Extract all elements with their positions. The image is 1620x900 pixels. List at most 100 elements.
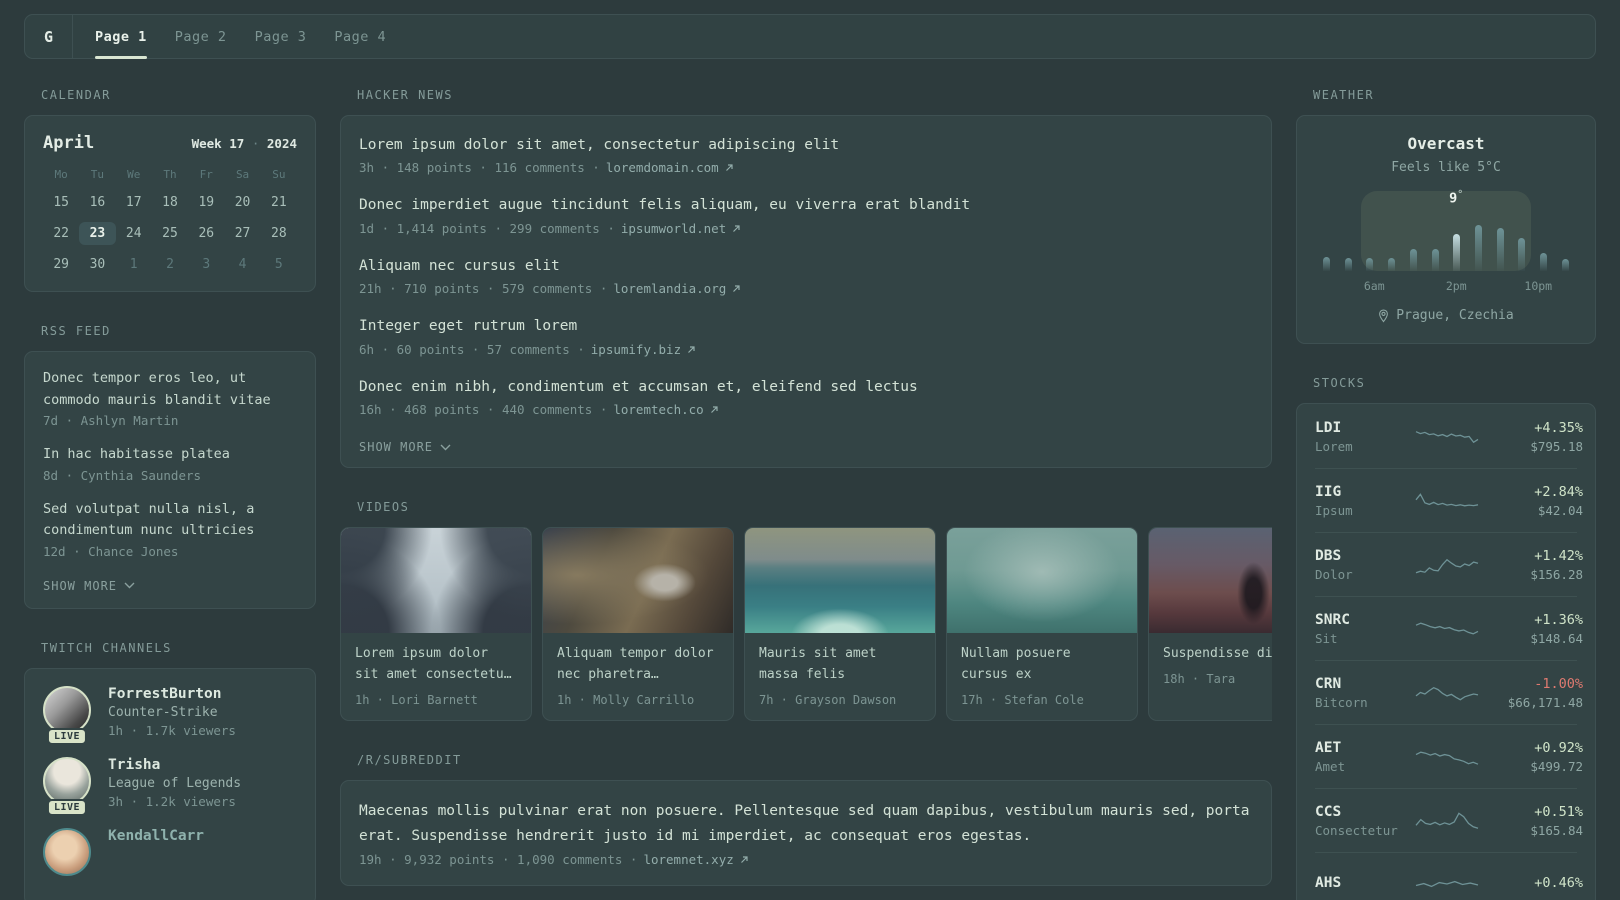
calendar-day[interactable]: 2 <box>152 253 188 276</box>
stock-row[interactable]: AET Amet +0.92% $499.72 <box>1315 724 1583 788</box>
rss-item-title: Donec tempor eros leo, ut commodo mauris… <box>43 370 271 408</box>
calendar-day[interactable]: 17 <box>116 191 152 214</box>
videos-section: VIDEOS Lorem ipsum dolor sit amet consec… <box>340 500 1272 721</box>
stock-id: CRN Bitcorn <box>1315 676 1415 710</box>
calendar-weekday: Mo <box>54 168 68 181</box>
stock-name: Amet <box>1315 758 1346 774</box>
hn-item[interactable]: Donec enim nibh, condimentum et accumsan… <box>359 376 1253 417</box>
calendar-day[interactable]: 19 <box>188 191 224 214</box>
weather-bar <box>1323 257 1330 271</box>
video-card[interactable]: Aliquam tempor dolor nec pharetra… 1h · … <box>542 527 734 721</box>
tab-page-4[interactable]: Page 4 <box>334 15 386 58</box>
stock-sparkline <box>1415 615 1479 643</box>
calendar-day[interactable]: 15 <box>43 191 79 214</box>
hn-item[interactable]: Aliquam nec cursus elit 21h · 710 points… <box>359 255 1253 296</box>
video-title: Nullam posuere cursus ex <box>961 646 1071 683</box>
hn-item-meta: 1d · 1,414 points · 299 comments · ipsum… <box>359 221 1253 236</box>
calendar-weekday: Tu <box>90 168 105 181</box>
calendar-day-selected[interactable]: 23 <box>79 222 116 245</box>
hn-show-more-button[interactable]: SHOW MORE <box>359 440 451 454</box>
hn-item-domain[interactable]: loremtech.co <box>613 402 703 417</box>
page-tabs: Page 1 Page 2 Page 3 Page 4 <box>73 15 386 59</box>
stock-sparkline <box>1415 807 1479 835</box>
video-thumbnail <box>947 528 1137 634</box>
calendar-day[interactable]: 27 <box>224 222 260 245</box>
hn-item[interactable]: Donec imperdiet augue tincidunt felis al… <box>359 194 1253 235</box>
stock-row[interactable]: LDI Lorem +4.35% $795.18 <box>1315 405 1583 468</box>
hn-item-domain[interactable]: loremlandia.org <box>613 281 726 296</box>
calendar-day[interactable]: 30 <box>79 253 115 276</box>
calendar-day[interactable]: 22 <box>43 222 79 245</box>
rss-item-meta: 8d · Cynthia Saunders <box>43 467 202 483</box>
reddit-post-title: Maecenas mollis pulvinar erat non posuer… <box>359 802 1250 844</box>
rss-item[interactable]: Sed volutpat nulla nisl, a condimentum n… <box>43 499 297 559</box>
calendar-day[interactable]: 18 <box>152 191 188 214</box>
rss-card: Donec tempor eros leo, ut commodo mauris… <box>24 351 316 609</box>
calendar-day[interactable]: 24 <box>116 222 152 245</box>
hn-item-domain[interactable]: loremdomain.com <box>606 160 719 175</box>
stocks-section-title: STOCKS <box>1313 376 1366 390</box>
video-card[interactable]: Lorem ipsum dolor sit amet consectetu… 1… <box>340 527 532 721</box>
stock-row[interactable]: DBS Dolor +1.42% $156.28 <box>1315 532 1583 596</box>
video-card[interactable]: Nullam posuere cursus ex 17h · Stefan Co… <box>946 527 1138 721</box>
hn-item[interactable]: Integer eget rutrum lorem 6h · 60 points… <box>359 315 1253 357</box>
calendar-day[interactable]: 29 <box>43 253 79 276</box>
calendar-day[interactable]: 4 <box>224 253 260 276</box>
calendar-day[interactable]: 26 <box>188 222 224 245</box>
video-card[interactable]: Mauris sit amet massa felis 7h · Grayson… <box>744 527 936 721</box>
calendar-day[interactable]: 20 <box>224 191 260 214</box>
tab-page-1[interactable]: Page 1 <box>95 15 147 59</box>
stock-id: SNRC Sit <box>1315 612 1415 646</box>
stock-row[interactable]: AHS +0.46% <box>1315 852 1583 900</box>
calendar-day[interactable]: 3 <box>188 253 224 276</box>
stock-change: +0.51% <box>1534 803 1583 820</box>
avatar <box>43 756 91 805</box>
stock-name: Consectetur <box>1315 822 1398 838</box>
stock-values: +4.35% $795.18 <box>1479 420 1583 454</box>
rss-item[interactable]: In hac habitasse platea 8d · Cynthia Sau… <box>43 444 297 483</box>
hn-item[interactable]: Lorem ipsum dolor sit amet, consectetur … <box>359 134 1253 175</box>
weather-section-title: WEATHER <box>1313 88 1375 102</box>
video-card[interactable]: Suspendisse diam 18h · Tara <box>1148 527 1272 721</box>
stock-values: +0.92% $499.72 <box>1479 740 1583 774</box>
hn-item-domain[interactable]: ipsumify.biz <box>591 342 681 357</box>
stock-sparkline <box>1415 743 1479 771</box>
hacker-news-section-title: HACKER NEWS <box>357 88 453 102</box>
video-meta: 18h · Tara <box>1163 672 1236 687</box>
weather-bar <box>1540 253 1548 271</box>
hn-item-domain[interactable]: ipsumworld.net <box>621 221 726 236</box>
reddit-post[interactable]: Maecenas mollis pulvinar erat non posuer… <box>359 799 1253 867</box>
tab-page-3[interactable]: Page 3 <box>255 15 307 58</box>
twitch-channel[interactable]: LIVE ForrestBurton Counter-Strike 1h · 1… <box>43 685 297 745</box>
stock-sparkline <box>1415 487 1479 515</box>
channel-name: ForrestBurton <box>108 685 222 702</box>
weather-bar <box>1453 234 1461 271</box>
twitch-channel[interactable]: LIVE Trisha League of Legends 3h · 1.2k … <box>43 756 297 816</box>
video-thumbnail <box>745 528 935 634</box>
stock-sparkline <box>1415 551 1479 579</box>
stock-price: $42.04 <box>1537 502 1583 518</box>
rss-show-more-button[interactable]: SHOW MORE <box>43 579 135 593</box>
stock-row[interactable]: CCS Consectetur +0.51% $165.84 <box>1315 788 1583 852</box>
calendar-day[interactable]: 1 <box>116 253 152 276</box>
calendar-day[interactable]: 28 <box>261 222 297 245</box>
calendar-weekday: Fr <box>199 168 213 181</box>
calendar-weekday: Su <box>272 168 286 181</box>
weather-hourly-chart: 9° 6am 2pm 10pm <box>1323 189 1569 295</box>
calendar-day[interactable]: 21 <box>261 191 297 214</box>
stock-row[interactable]: SNRC Sit +1.36% $148.64 <box>1315 596 1583 660</box>
reddit-post-domain[interactable]: loremnet.xyz <box>643 852 733 867</box>
rss-item[interactable]: Donec tempor eros leo, ut commodo mauris… <box>43 368 297 428</box>
stock-row[interactable]: IIG Ipsum +2.84% $42.04 <box>1315 468 1583 532</box>
avatar <box>43 685 91 734</box>
calendar-day[interactable]: 16 <box>79 191 115 214</box>
stock-row[interactable]: CRN Bitcorn -1.00% $66,171.48 <box>1315 660 1583 724</box>
rss-item-meta: 12d · Chance Jones <box>43 543 179 559</box>
weather-time-label: 6am <box>1363 279 1385 293</box>
tab-page-2[interactable]: Page 2 <box>175 15 227 58</box>
calendar-day[interactable]: 5 <box>261 253 297 276</box>
weather-bar <box>1561 259 1569 271</box>
calendar-day[interactable]: 25 <box>152 222 188 245</box>
twitch-channel[interactable]: KendallCarr <box>43 827 297 876</box>
calendar-header: April Week 17 · 2024 <box>43 133 297 153</box>
